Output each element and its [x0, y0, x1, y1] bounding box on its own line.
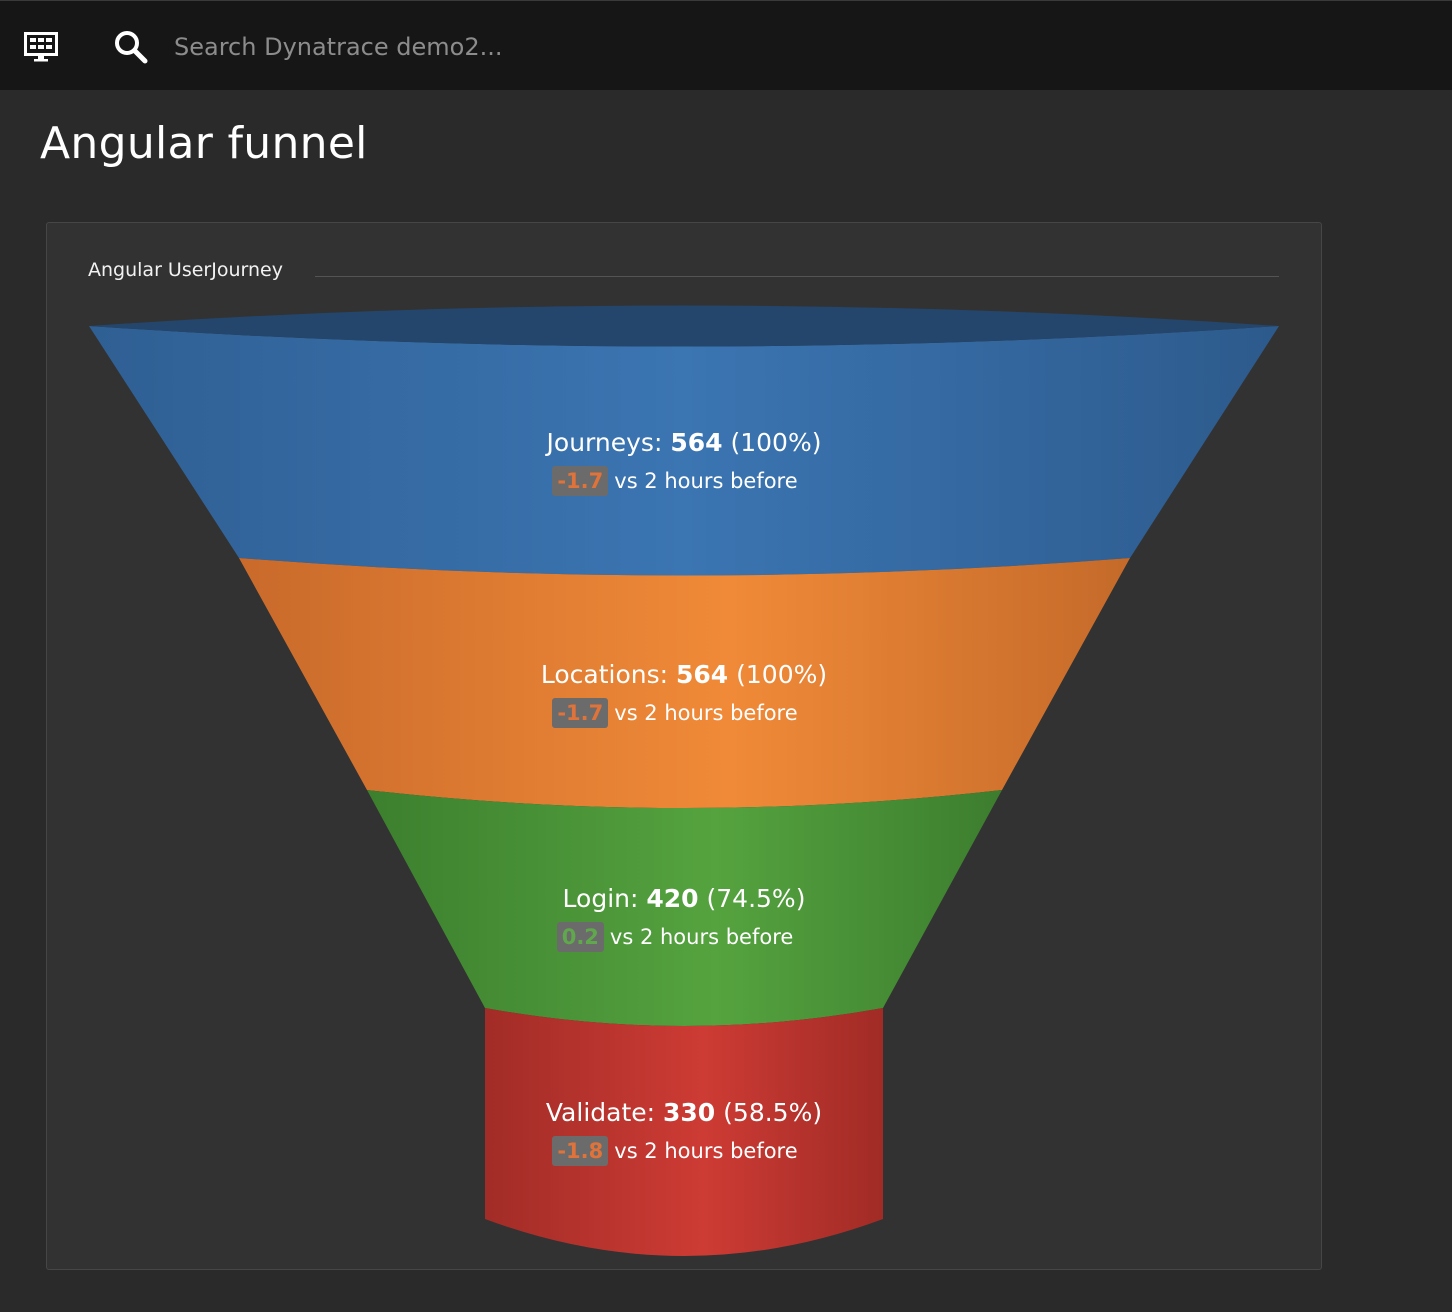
delta-badge: -1.7: [552, 466, 609, 496]
stage-label-login: Login: 420 (74.5%): [562, 884, 806, 913]
funnel-segment-validate[interactable]: [485, 1008, 883, 1256]
delta-badge: 0.2: [556, 922, 604, 952]
stage-comparison-locations: -1.7 vs 2 hours before: [375, 698, 975, 728]
monitor-icon: [24, 32, 58, 62]
delta-badge: -1.7: [552, 698, 609, 728]
stage-percent: (100%): [736, 660, 828, 689]
search-button[interactable]: [108, 27, 154, 67]
comparison-text: vs 2 hours before: [614, 469, 798, 493]
stage-percent: (58.5%): [723, 1098, 823, 1127]
stage-name: Journeys: [546, 428, 654, 457]
stage-name: Validate: [545, 1098, 647, 1127]
stage-percent: (74.5%): [706, 884, 806, 913]
stage-value: 564: [676, 660, 729, 689]
top-bar: [0, 0, 1452, 90]
stage-label-validate: Validate: 330 (58.5%): [545, 1098, 823, 1127]
stage-label-locations: Locations: 564 (100%): [540, 660, 828, 689]
stage-value: 420: [646, 884, 699, 913]
stage-comparison-login: 0.2 vs 2 hours before: [375, 922, 975, 952]
comparison-text: vs 2 hours before: [609, 925, 794, 949]
stage-name: Login: [562, 884, 630, 913]
stage-comparison-validate: -1.8 vs 2 hours before: [375, 1136, 975, 1166]
stage-percent: (100%): [730, 428, 822, 457]
delta-badge: -1.8: [552, 1136, 609, 1166]
stage-value: 564: [670, 428, 723, 457]
comparison-text: vs 2 hours before: [614, 701, 798, 725]
stage-label-journeys: Journeys: 564 (100%): [546, 428, 822, 457]
stage-comparison-journeys: -1.7 vs 2 hours before: [375, 466, 975, 496]
stage-value: 330: [663, 1098, 716, 1127]
monitor-menu-button[interactable]: [18, 27, 64, 67]
search-icon: [115, 31, 148, 64]
stage-name: Locations: [540, 660, 660, 689]
page-title: Angular funnel: [40, 118, 368, 169]
comparison-text: vs 2 hours before: [614, 1139, 798, 1163]
funnel-tile[interactable]: Angular UserJourney Journeys: 564 (100%)…: [46, 222, 1322, 1270]
search-input[interactable]: [160, 25, 720, 69]
